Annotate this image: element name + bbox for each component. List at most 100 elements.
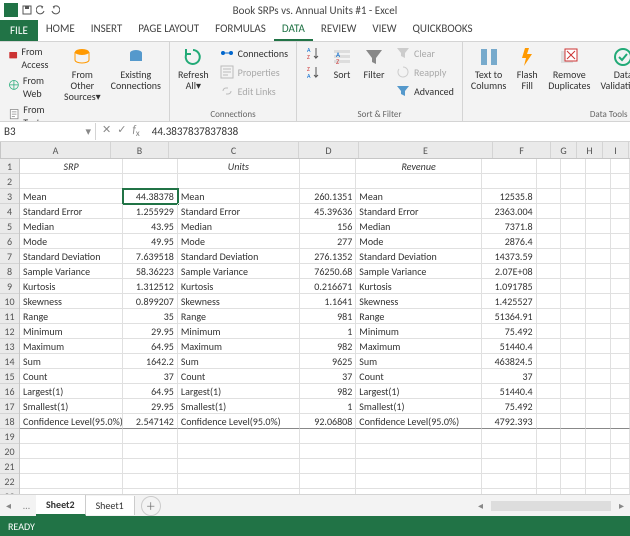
cell[interactable] — [586, 489, 611, 494]
cell[interactable] — [123, 159, 178, 174]
cell[interactable] — [561, 204, 586, 219]
advanced-filter-button[interactable]: Advanced — [393, 82, 456, 100]
cell[interactable] — [561, 444, 586, 459]
cell[interactable] — [537, 339, 562, 354]
row-header[interactable]: 7 — [0, 249, 19, 264]
cell[interactable] — [586, 264, 611, 279]
cell[interactable] — [537, 489, 562, 494]
cell[interactable]: 2.07E+08 — [482, 264, 537, 279]
cell[interactable]: 1642.2 — [123, 354, 178, 369]
cell[interactable] — [20, 489, 123, 494]
cell[interactable] — [123, 429, 178, 444]
cell[interactable] — [586, 399, 611, 414]
col-header-B[interactable]: B — [111, 142, 169, 158]
cell[interactable]: 982 — [300, 339, 357, 354]
cell[interactable]: 0.899207 — [123, 294, 178, 309]
cell[interactable] — [611, 414, 630, 429]
cell[interactable]: Count — [178, 369, 300, 384]
cell[interactable] — [561, 249, 586, 264]
scroll-left-icon[interactable]: ◂ — [472, 499, 489, 512]
cell[interactable] — [561, 339, 586, 354]
cell[interactable] — [561, 189, 586, 204]
col-header-D[interactable]: D — [299, 142, 359, 158]
tab-nav-prev-icon[interactable]: ◂ — [0, 499, 17, 512]
cell[interactable]: 7.639518 — [123, 249, 178, 264]
cell[interactable] — [611, 249, 630, 264]
row-header[interactable]: 5 — [0, 219, 19, 234]
cell[interactable]: Sample Variance — [178, 264, 300, 279]
row-header[interactable]: 21 — [0, 459, 19, 474]
cell[interactable] — [537, 444, 562, 459]
tab-nav-more-icon[interactable]: … — [17, 499, 36, 512]
cell[interactable] — [537, 234, 562, 249]
scroll-right-icon[interactable]: ▸ — [613, 499, 630, 512]
row-header[interactable]: 19 — [0, 429, 19, 444]
cell[interactable] — [611, 354, 630, 369]
cell[interactable]: 981 — [300, 309, 357, 324]
cell[interactable]: 51440.4 — [482, 384, 537, 399]
cell[interactable] — [537, 414, 562, 429]
horizontal-scrollbar[interactable] — [491, 501, 611, 511]
cell[interactable] — [611, 204, 630, 219]
connections-button[interactable]: Connections — [217, 44, 290, 62]
cell[interactable] — [482, 444, 537, 459]
cell[interactable] — [537, 249, 562, 264]
spreadsheet-grid[interactable]: 1234567891011121314151617181920212223242… — [0, 159, 630, 494]
cell[interactable]: 37 — [123, 369, 178, 384]
cell[interactable]: 982 — [300, 384, 357, 399]
cell[interactable]: Units — [178, 159, 300, 174]
cell[interactable] — [561, 264, 586, 279]
col-header-C[interactable]: C — [169, 142, 299, 158]
row-header[interactable]: 3 — [0, 189, 19, 204]
sheet-tab-other[interactable]: Sheet1 — [86, 496, 135, 515]
cell[interactable] — [561, 489, 586, 494]
cell[interactable]: 1 — [300, 324, 357, 339]
cell[interactable]: 1.091785 — [482, 279, 537, 294]
cell[interactable] — [561, 309, 586, 324]
col-header-H[interactable]: H — [577, 142, 603, 158]
from-other-sources-button[interactable]: From Other Sources▾ — [62, 44, 103, 104]
cell[interactable] — [482, 474, 537, 489]
cell[interactable] — [537, 459, 562, 474]
cell[interactable] — [611, 429, 630, 444]
row-header[interactable]: 15 — [0, 369, 19, 384]
cell[interactable]: 276.1352 — [300, 249, 357, 264]
cell[interactable]: 7371.8 — [482, 219, 537, 234]
cell[interactable] — [356, 174, 482, 189]
reapply-button[interactable]: Reapply — [393, 63, 456, 81]
cell[interactable] — [586, 324, 611, 339]
new-sheet-button[interactable]: ＋ — [141, 496, 161, 516]
cell[interactable]: 277 — [300, 234, 357, 249]
cell[interactable]: Count — [20, 369, 123, 384]
cell[interactable] — [586, 204, 611, 219]
cell[interactable] — [611, 234, 630, 249]
cell[interactable] — [537, 174, 562, 189]
existing-connections-button[interactable]: Existing Connections — [109, 44, 163, 93]
cell[interactable]: Skewness — [178, 294, 300, 309]
row-header[interactable]: 23 — [0, 489, 19, 494]
cell[interactable]: 92.06808 — [300, 414, 357, 429]
cell[interactable]: Skewness — [356, 294, 482, 309]
cell[interactable] — [537, 204, 562, 219]
row-header[interactable]: 16 — [0, 384, 19, 399]
cell[interactable]: 2363.004 — [482, 204, 537, 219]
cell[interactable]: Range — [356, 309, 482, 324]
cell[interactable] — [611, 459, 630, 474]
row-header[interactable]: 10 — [0, 294, 19, 309]
cell[interactable]: Median — [356, 219, 482, 234]
cell[interactable] — [482, 459, 537, 474]
cell[interactable] — [611, 399, 630, 414]
cell[interactable] — [586, 429, 611, 444]
row-header[interactable]: 4 — [0, 204, 19, 219]
cell[interactable]: 2.547142 — [123, 414, 178, 429]
cell[interactable]: 35 — [123, 309, 178, 324]
cell[interactable] — [178, 459, 300, 474]
cell[interactable]: Minimum — [178, 324, 300, 339]
cell[interactable] — [611, 294, 630, 309]
cell[interactable] — [20, 444, 123, 459]
row-header[interactable]: 22 — [0, 474, 19, 489]
cell[interactable]: SRP — [20, 159, 123, 174]
cell[interactable] — [356, 429, 482, 444]
cell[interactable] — [537, 324, 562, 339]
cell[interactable]: 44.38378 — [123, 189, 178, 204]
